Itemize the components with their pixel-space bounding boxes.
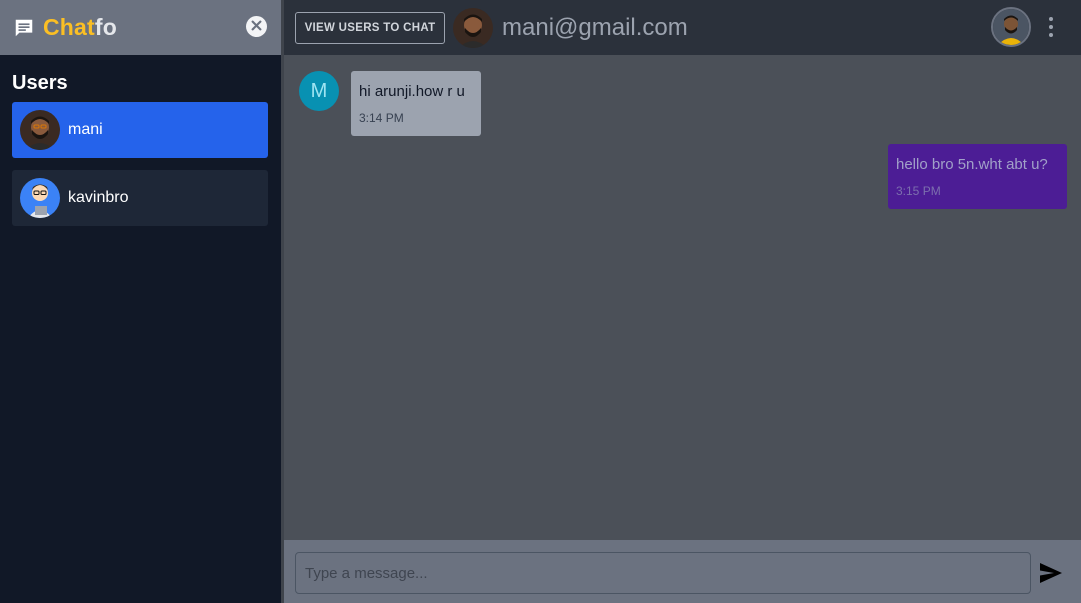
chat-user-email: mani@gmail.com bbox=[502, 13, 688, 41]
user-avatar bbox=[20, 178, 60, 218]
sender-avatar: M bbox=[299, 71, 339, 111]
close-icon bbox=[251, 18, 262, 36]
chat-bubble-icon bbox=[13, 17, 35, 39]
incoming-bubble: hi arunji.how r u 3:14 PM bbox=[351, 71, 481, 136]
incoming-message: M hi arunji.how r u 3:14 PM bbox=[299, 71, 481, 136]
chat-user-avatar bbox=[453, 7, 493, 48]
user-avatar bbox=[20, 110, 60, 150]
user-item-kavinbro[interactable]: kavinbro bbox=[12, 170, 268, 226]
user-item-mani[interactable]: mani bbox=[12, 102, 268, 158]
user-list: mani kavinbro bbox=[0, 102, 281, 226]
message-time: 3:14 PM bbox=[359, 111, 404, 125]
message-text: hello bro 5n.wht abt u? bbox=[896, 156, 1048, 173]
brand-part-fo: fo bbox=[94, 14, 118, 40]
message-time: 3:15 PM bbox=[896, 184, 941, 198]
view-users-button[interactable]: VIEW USERS TO CHAT bbox=[295, 11, 445, 44]
menu-dot bbox=[1049, 17, 1053, 21]
message-text: hi arunji.how r u bbox=[359, 83, 465, 100]
menu-dot bbox=[1049, 33, 1053, 37]
users-heading: Users bbox=[12, 72, 68, 94]
close-sidebar-button[interactable] bbox=[246, 16, 267, 37]
menu-dot bbox=[1049, 25, 1053, 29]
chat-header: VIEW USERS TO CHAT mani@gmail.com bbox=[284, 0, 1081, 55]
message-composer bbox=[284, 540, 1081, 603]
more-vertical-icon[interactable] bbox=[1045, 17, 1057, 37]
brand-part-chat: Chat bbox=[43, 14, 95, 40]
users-sidebar: Chatfo Users mani kavinbro bbox=[0, 0, 281, 603]
user-name: mani bbox=[68, 121, 103, 138]
profile-avatar[interactable] bbox=[991, 7, 1031, 47]
message-input[interactable] bbox=[295, 552, 1031, 594]
send-icon[interactable] bbox=[1039, 562, 1063, 584]
user-name: kavinbro bbox=[68, 189, 129, 206]
sidebar-header: Chatfo bbox=[0, 0, 281, 55]
message-area[interactable]: M hi arunji.how r u 3:14 PM hello bro 5n… bbox=[284, 55, 1081, 540]
app-brand: Chatfo bbox=[43, 14, 117, 41]
outgoing-bubble: hello bro 5n.wht abt u? 3:15 PM bbox=[888, 144, 1067, 209]
